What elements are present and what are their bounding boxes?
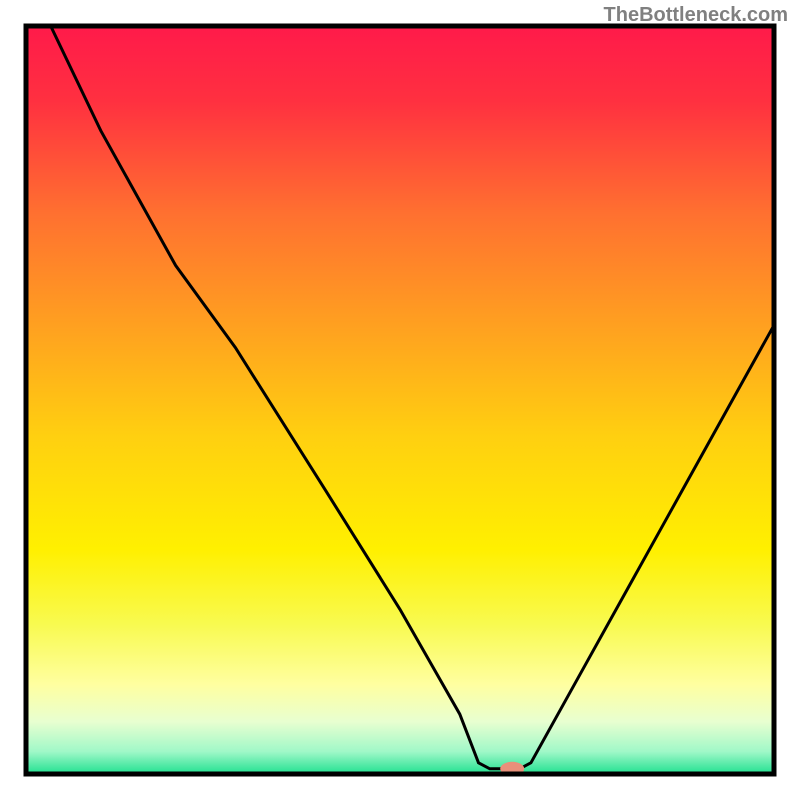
plot-area bbox=[26, 26, 774, 776]
watermark-text: TheBottleneck.com bbox=[604, 4, 788, 27]
bottleneck-chart: TheBottleneck.com bbox=[0, 0, 800, 800]
gradient-background bbox=[26, 26, 774, 774]
chart-svg bbox=[0, 0, 800, 800]
